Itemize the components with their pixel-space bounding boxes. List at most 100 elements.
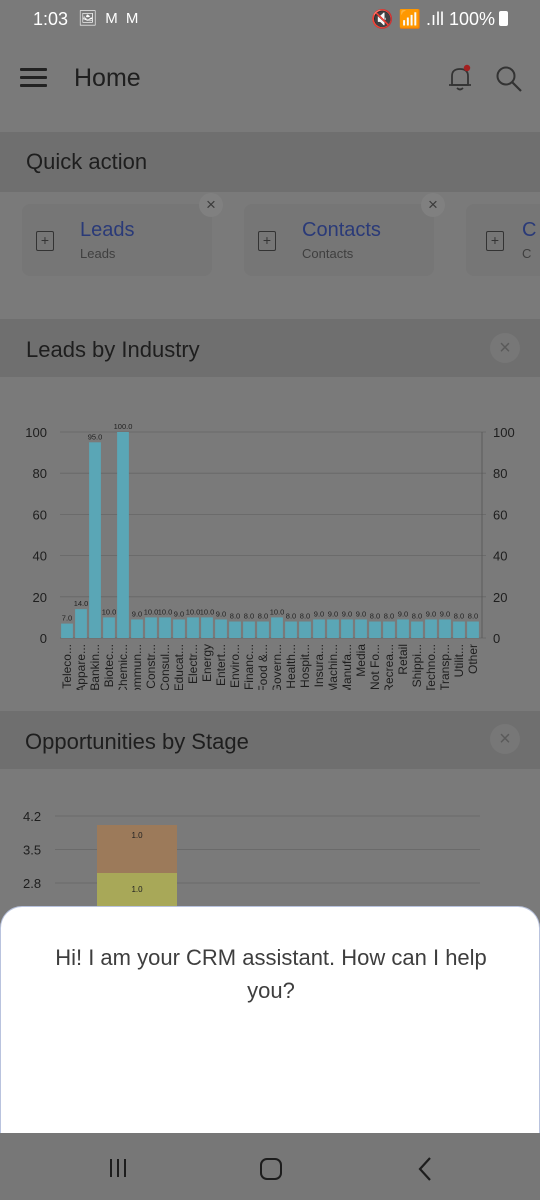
recent-apps-icon[interactable]: [110, 1159, 132, 1177]
x-tick-label: Machin...: [326, 644, 340, 690]
x-tick-label: Utilit...: [452, 644, 466, 677]
quick-action-sublabel: C: [522, 246, 532, 261]
add-document-icon: +: [36, 231, 54, 251]
x-tick-label: Financ...: [242, 644, 256, 690]
opportunities-title: Opportunities by Stage: [25, 729, 249, 754]
bar: [425, 619, 437, 638]
bar: [187, 617, 199, 638]
bar: [383, 621, 395, 638]
data-label: 8.0: [370, 612, 380, 621]
quick-action-card-partial[interactable]: + C C: [466, 204, 540, 276]
data-label: 8.0: [300, 612, 310, 621]
quick-action-label: Contacts: [302, 219, 381, 241]
x-tick-label: Media: [354, 644, 368, 677]
quick-action-label: C: [522, 219, 537, 241]
quick-action-title: Quick action: [26, 149, 148, 174]
data-label: 9.0: [356, 609, 366, 618]
x-tick-label: Bankin...: [88, 644, 102, 690]
bar: [355, 619, 367, 638]
x-tick-label: Teleco...: [60, 644, 74, 689]
data-label: 7.0: [62, 614, 72, 623]
remove-quick-action-leads-button[interactable]: ×: [199, 193, 223, 217]
data-label: 1.0: [131, 831, 143, 840]
x-tick-label: Constr...: [144, 644, 158, 689]
quick-action-sublabel: Leads: [80, 246, 116, 261]
data-label: 8.0: [384, 612, 394, 621]
add-document-icon: +: [486, 231, 504, 251]
data-label: 8.0: [454, 612, 464, 621]
quick-action-card-contacts[interactable]: + Contacts Contacts: [244, 204, 434, 276]
back-icon[interactable]: [416, 1156, 436, 1182]
bar: [453, 621, 465, 638]
close-opportunities-chart-button[interactable]: ×: [490, 724, 520, 754]
x-tick-label: Not Fo...: [368, 644, 382, 690]
x-tick-label: Health...: [284, 644, 298, 689]
quick-action-sublabel: Contacts: [302, 246, 354, 261]
leads-by-industry-chart: 0 020 2040 4060 6080 80100 1007.014.095.010.01…: [25, 422, 514, 690]
data-label: 100.0: [114, 422, 133, 431]
bar: [299, 621, 311, 638]
x-tick-label: Govern...: [270, 644, 284, 690]
x-tick-label: Electr...: [186, 644, 200, 684]
data-label: 10.0: [158, 607, 173, 616]
bar: [327, 619, 339, 638]
data-label: 9.0: [440, 609, 450, 618]
y-tick-label-left: 80: [33, 466, 47, 481]
status-bar: 1:03 🖼 M M 🔇 📶 .ıll 100%: [0, 0, 540, 38]
y-tick-label-right: 80: [493, 466, 507, 481]
bar: [229, 621, 241, 638]
y-tick-label: 3.5: [23, 843, 41, 858]
remove-quick-action-contacts-button[interactable]: ×: [421, 193, 445, 217]
x-tick-label: Recrea...: [382, 644, 396, 690]
y-tick-label: 2.8: [23, 876, 41, 891]
status-right: 🔇 📶 .ıll 100%: [371, 9, 508, 30]
x-tick-label: Enviro...: [228, 644, 242, 688]
data-label: 8.0: [468, 612, 478, 621]
y-tick-label-right: 60: [493, 507, 507, 522]
status-time: 1:03: [33, 9, 69, 29]
bar: [173, 619, 185, 638]
data-label: 10.0: [186, 607, 201, 616]
bar: [467, 621, 479, 638]
status-indicators: 🔇 📶 .ıll 100%: [371, 9, 495, 29]
bar: [201, 617, 213, 638]
bar: [271, 617, 283, 638]
data-label: 10.0: [102, 607, 117, 616]
assistant-message: Hi! I am your CRM assistant. How can I h…: [55, 945, 487, 1003]
bar: [145, 617, 157, 638]
data-label: 9.0: [314, 609, 324, 618]
bar: [313, 619, 325, 638]
x-tick-label: Entert...: [214, 644, 228, 686]
quick-action-header: Quick action: [0, 132, 540, 192]
x-tick-label: Chemic...: [116, 644, 130, 690]
data-label: 95.0: [88, 432, 103, 441]
battery-icon: [499, 11, 508, 26]
y-tick-label: 4.2: [23, 809, 41, 824]
x-tick-label: Manufa...: [340, 644, 354, 690]
bar: [439, 619, 451, 638]
search-icon[interactable]: [494, 64, 524, 94]
x-tick-label: Other: [466, 644, 480, 674]
y-tick-label-left: 100: [25, 425, 47, 440]
bar: [215, 619, 227, 638]
menu-icon[interactable]: [20, 68, 47, 88]
data-label: 9.0: [398, 609, 408, 618]
data-label: 8.0: [412, 612, 422, 621]
quick-action-card-leads[interactable]: + Leads Leads: [22, 204, 212, 276]
bar: [159, 617, 171, 638]
x-tick-label: Techno...: [424, 644, 438, 690]
bar: [131, 619, 143, 638]
data-label: 9.0: [342, 609, 352, 618]
data-label: 10.0: [200, 607, 215, 616]
data-label: 1.0: [131, 885, 143, 894]
leads-by-industry-title: Leads by Industry: [26, 337, 200, 362]
x-tick-label: Hospit...: [298, 644, 312, 688]
opportunities-header: Opportunities by Stage ×: [0, 711, 540, 769]
app-bar: Home: [0, 38, 540, 118]
quick-action-label: Leads: [80, 219, 135, 241]
bell-icon[interactable]: [448, 64, 472, 92]
home-icon[interactable]: [260, 1158, 282, 1180]
data-label: 8.0: [286, 612, 296, 621]
x-tick-label: Commun...: [130, 644, 144, 690]
close-leads-chart-button[interactable]: ×: [490, 333, 520, 363]
